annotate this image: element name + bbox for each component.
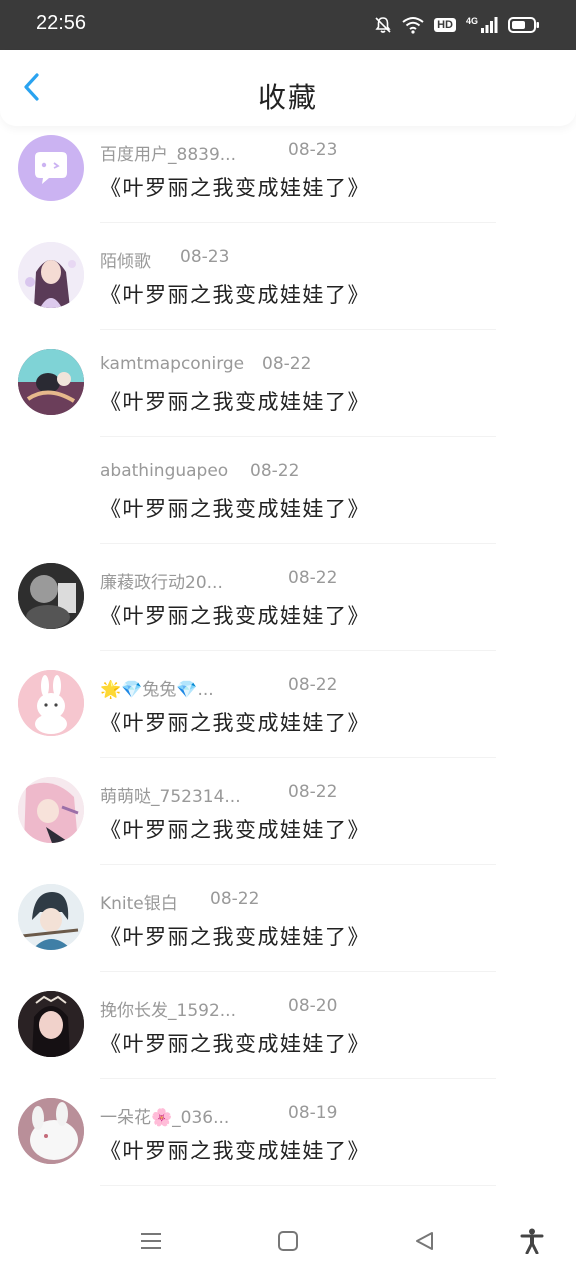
- item-title: 《叶罗丽之我变成娃娃了》: [100, 1032, 370, 1056]
- item-meta: 一朵花🌸_036... 08-19: [100, 1103, 337, 1128]
- item-title: 《叶罗丽之我变成娃娃了》: [100, 925, 370, 949]
- username: 萌萌哒_752314...: [100, 787, 241, 807]
- system-nav-bar: [0, 1200, 576, 1280]
- item-title: 《叶罗丽之我变成娃娃了》: [100, 818, 370, 842]
- accessibility-icon[interactable]: [520, 1228, 544, 1258]
- item-date: 08-22: [250, 461, 300, 481]
- status-time: 22:56: [36, 12, 87, 34]
- network-label: 4G: [465, 16, 478, 26]
- home-square-icon[interactable]: [277, 1230, 299, 1256]
- anime-figure-image: [18, 349, 84, 415]
- item-meta: 陌倾歌 08-23: [100, 247, 229, 272]
- battery-icon: [508, 16, 540, 34]
- item-date: 08-22: [288, 675, 338, 695]
- avatar[interactable]: [18, 777, 84, 843]
- wifi-icon: [402, 16, 424, 34]
- avatar[interactable]: [18, 135, 84, 201]
- item-meta: 百度用户_8839... 08-23: [100, 140, 337, 165]
- item-meta: 萌萌哒_752314... 08-22: [100, 782, 337, 807]
- girl-photo-image: [18, 991, 84, 1057]
- item-meta: Knite银白 08-22: [100, 889, 259, 914]
- list-item[interactable]: 🌟💎兔兔💎... 08-22 《叶罗丽之我变成娃娃了》: [0, 651, 576, 758]
- item-meta: 挽你长发_1592... 08-20: [100, 996, 337, 1021]
- item-title: 《叶罗丽之我变成娃娃了》: [100, 390, 370, 414]
- menu-icon[interactable]: [140, 1230, 162, 1256]
- item-meta: abathinguapeo 08-22: [100, 461, 299, 481]
- item-title: 《叶罗丽之我变成娃娃了》: [100, 1139, 370, 1163]
- back-triangle-icon[interactable]: [414, 1230, 436, 1256]
- item-date: 08-22: [288, 568, 338, 588]
- avatar[interactable]: [18, 670, 84, 736]
- item-date: 08-20: [288, 996, 338, 1016]
- list-item[interactable]: abathinguapeo 08-22 《叶罗丽之我变成娃娃了》: [0, 437, 576, 544]
- username: 陌倾歌: [100, 252, 151, 272]
- username: 挽你长发_1592...: [100, 1001, 236, 1021]
- avatar[interactable]: [18, 991, 84, 1057]
- username: abathinguapeo: [100, 461, 229, 481]
- item-meta: 🌟💎兔兔💎... 08-22: [100, 675, 337, 700]
- item-title: 《叶罗丽之我变成娃娃了》: [100, 604, 370, 628]
- item-meta: 廉薐政行动20... 08-22: [100, 568, 337, 593]
- item-date: 08-22: [288, 782, 338, 802]
- item-date: 08-19: [288, 1103, 338, 1123]
- item-meta: kamtmapconirge 08-22: [100, 354, 311, 374]
- item-date: 08-22: [262, 354, 312, 374]
- list-item[interactable]: 挽你长发_1592... 08-20 《叶罗丽之我变成娃娃了》: [0, 972, 576, 1079]
- status-bar: 22:56 HD 4G: [0, 0, 576, 50]
- avatar[interactable]: [18, 884, 84, 950]
- list-item[interactable]: 萌萌哒_752314... 08-22 《叶罗丽之我变成娃娃了》: [0, 758, 576, 865]
- item-date: 08-23: [288, 140, 338, 160]
- anime-boy-image: [18, 884, 84, 950]
- username: 廉薐政行动20...: [100, 573, 223, 593]
- list-item[interactable]: 一朵花🌸_036... 08-19 《叶罗丽之我变成娃娃了》: [0, 1079, 576, 1186]
- username: 🌟💎兔兔💎...: [100, 680, 214, 700]
- list-item[interactable]: 廉薐政行动20... 08-22 《叶罗丽之我变成娃娃了》: [0, 544, 576, 651]
- username: 一朵花🌸_036...: [100, 1108, 230, 1128]
- anime-pink-hair-image: [18, 777, 84, 843]
- avatar[interactable]: [18, 349, 84, 415]
- signal-icon: 4G: [466, 16, 498, 34]
- item-title: 《叶罗丽之我变成娃娃了》: [100, 176, 370, 200]
- white-rabbit-image: [18, 1098, 84, 1164]
- list-item[interactable]: Knite银白 08-22 《叶罗丽之我变成娃娃了》: [0, 865, 576, 972]
- username: Knite银白: [100, 894, 178, 914]
- list-item[interactable]: 百度用户_8839... 08-23 《叶罗丽之我变成娃娃了》: [0, 116, 576, 223]
- item-title: 《叶罗丽之我变成娃娃了》: [100, 497, 370, 521]
- status-icons: HD 4G: [374, 12, 540, 38]
- page-title: 收藏: [257, 81, 318, 114]
- anime-girl-image: [18, 242, 84, 308]
- divider: [100, 1185, 496, 1186]
- username: 百度用户_8839...: [100, 145, 236, 165]
- username: kamtmapconirge: [100, 354, 245, 374]
- chat-bubble-icon: [35, 152, 67, 184]
- avatar[interactable]: [18, 242, 84, 308]
- avatar[interactable]: [18, 1098, 84, 1164]
- avatar[interactable]: [18, 456, 84, 522]
- list-item[interactable]: kamtmapconirge 08-22 《叶罗丽之我变成娃娃了》: [0, 330, 576, 437]
- hd-icon: HD: [434, 18, 456, 32]
- item-date: 08-23: [180, 247, 230, 267]
- nav-header: 收藏: [0, 50, 576, 126]
- mute-icon: [374, 16, 392, 34]
- favorites-list: 百度用户_8839... 08-23 《叶罗丽之我变成娃娃了》 陌倾歌 08-2…: [0, 116, 576, 1196]
- pink-bunny-image: [18, 670, 84, 736]
- item-title: 《叶罗丽之我变成娃娃了》: [100, 711, 370, 735]
- item-title: 《叶罗丽之我变成娃娃了》: [100, 283, 370, 307]
- item-date: 08-22: [210, 889, 260, 909]
- dark-photo-image: [18, 563, 84, 629]
- list-item[interactable]: 陌倾歌 08-23 《叶罗丽之我变成娃娃了》: [0, 223, 576, 330]
- avatar[interactable]: [18, 563, 84, 629]
